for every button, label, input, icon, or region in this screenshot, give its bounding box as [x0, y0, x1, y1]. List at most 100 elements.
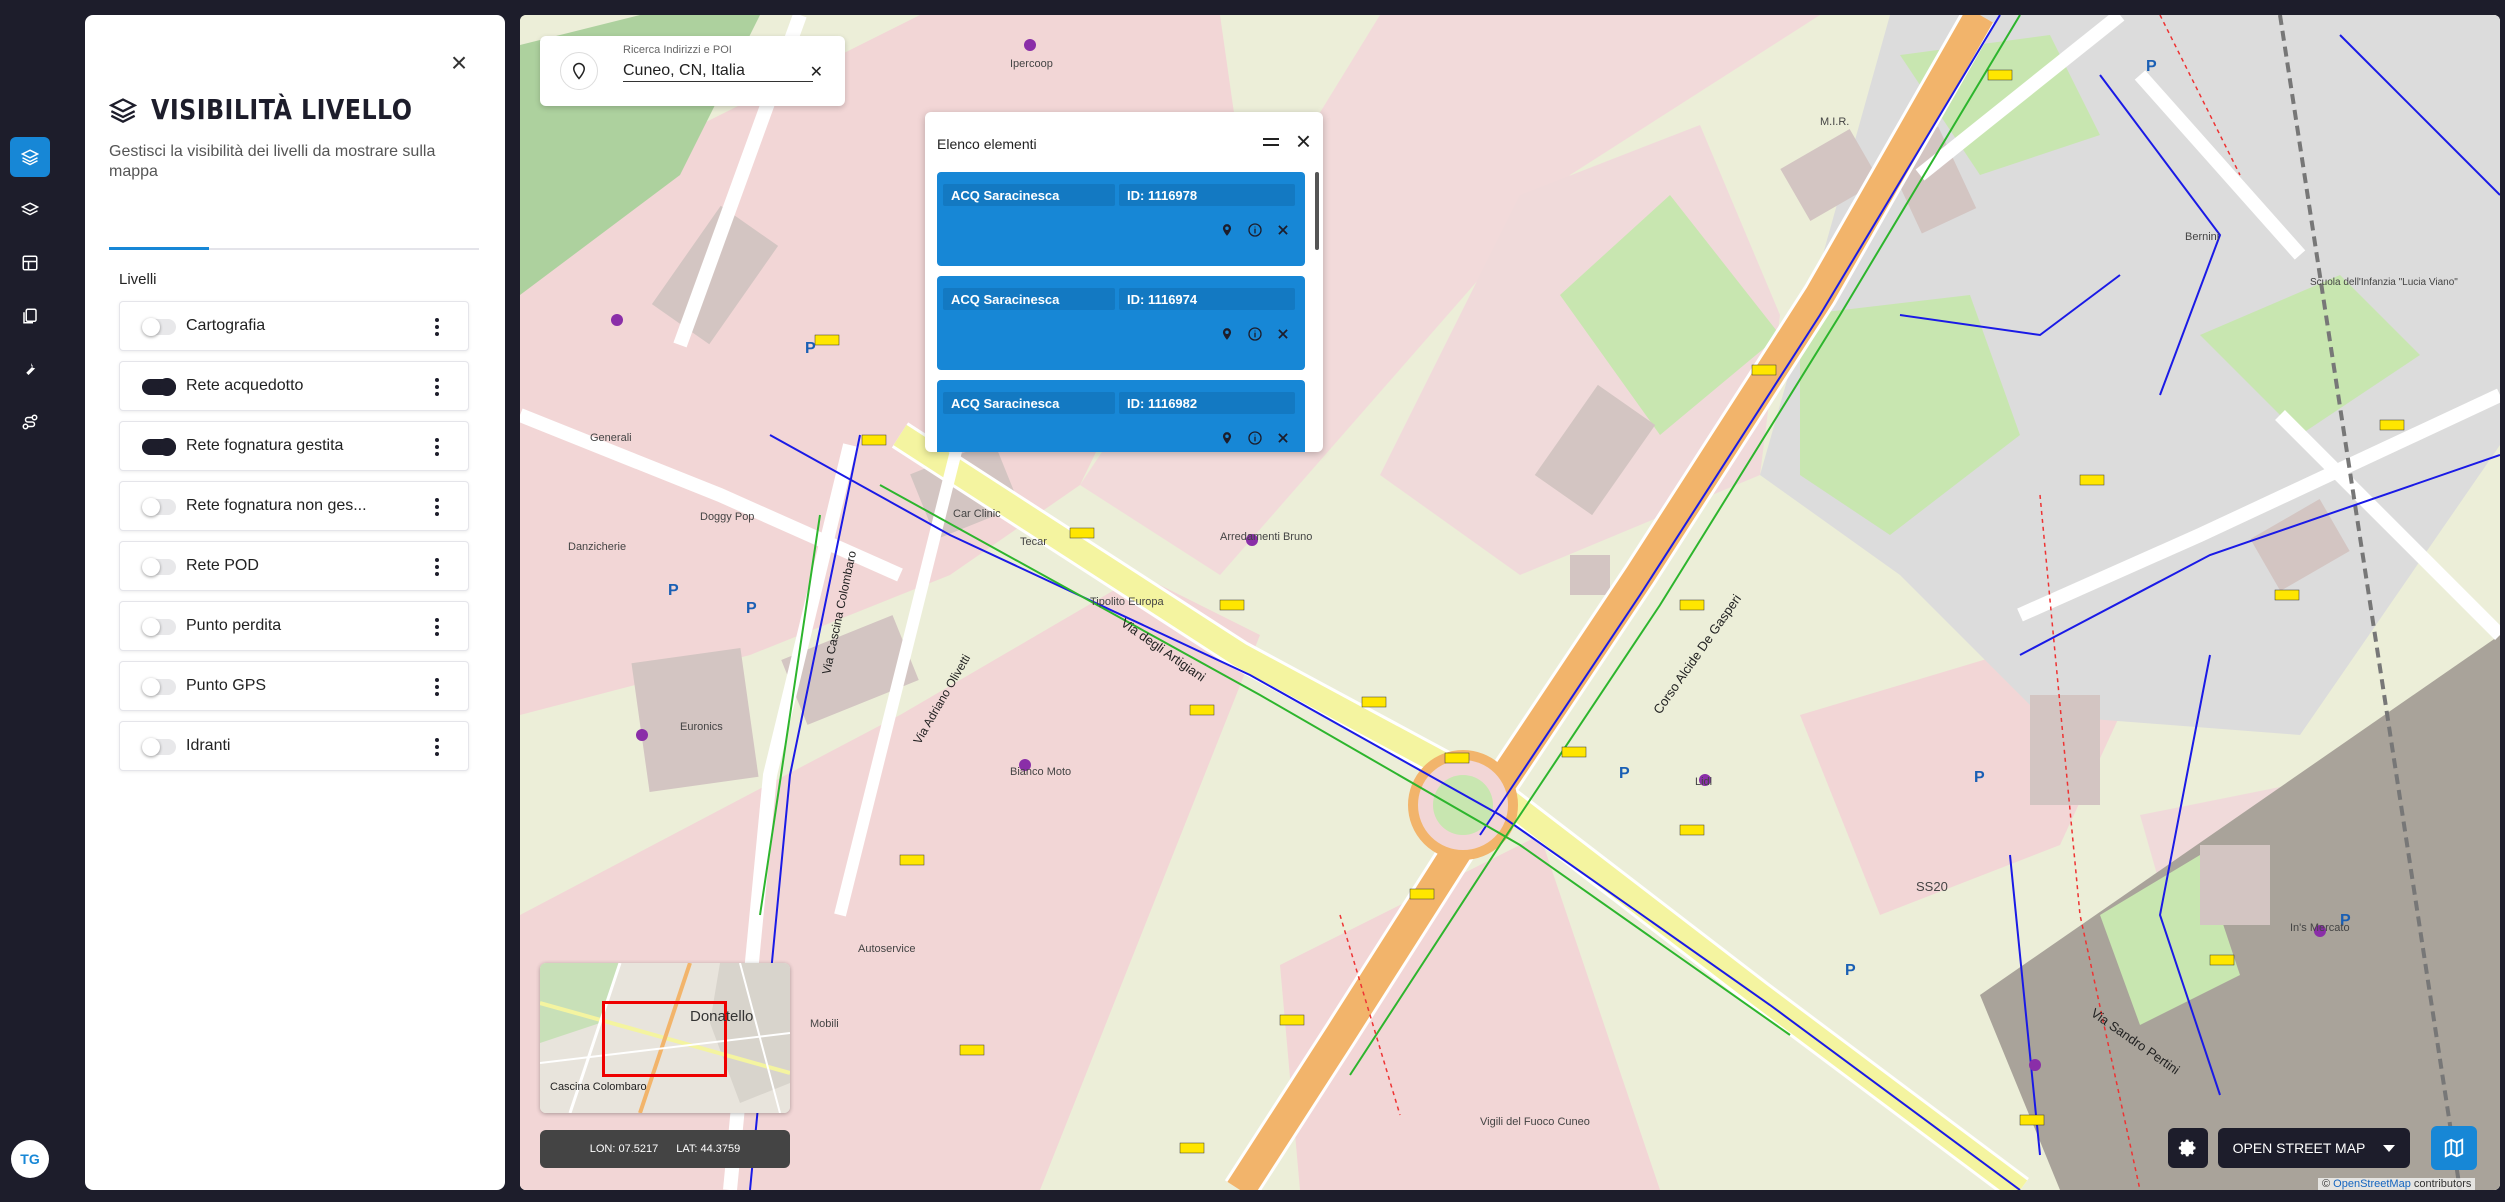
minimize-icon[interactable]	[1263, 138, 1279, 146]
search-caption: Ricerca Indirizzi e POI	[623, 44, 732, 56]
layer-label: Punto GPS	[186, 677, 267, 694]
layer-toggle[interactable]	[142, 498, 176, 516]
close-panel-button[interactable]: ×	[443, 47, 475, 79]
more-vertical-icon[interactable]	[430, 674, 444, 700]
more-vertical-icon[interactable]	[430, 314, 444, 340]
layer-toggle[interactable]	[142, 378, 176, 396]
close-popup-button[interactable]: ×	[1296, 126, 1311, 156]
map-label: Danzicherie	[568, 541, 626, 553]
more-vertical-icon[interactable]	[430, 494, 444, 520]
panel-header: VISIBILITÀ LIVELLO	[109, 93, 459, 126]
more-vertical-icon[interactable]	[430, 374, 444, 400]
layer-toggle[interactable]	[142, 618, 176, 636]
locate-pin-icon[interactable]	[1219, 326, 1235, 342]
svg-text:P: P	[1619, 765, 1630, 782]
element-card: ACQ Saracinesca ID: 1116978	[937, 172, 1305, 266]
gear-icon	[2178, 1139, 2196, 1157]
minimap-area-label: Cascina Colombaro	[550, 1081, 647, 1093]
layer-label: Idranti	[186, 737, 231, 754]
svg-text:P: P	[1845, 962, 1856, 979]
layer-toggle[interactable]	[142, 438, 176, 456]
location-pin-icon[interactable]	[560, 52, 598, 90]
layers-icon	[109, 97, 137, 123]
info-icon[interactable]	[1247, 222, 1263, 238]
map-canvas[interactable]: PP PP PP PP Euronics Lidl In's Mercato A…	[520, 15, 2500, 1190]
locate-pin-icon[interactable]	[1219, 430, 1235, 446]
panel-tab-bar	[109, 247, 479, 250]
tools-nav-button[interactable]	[10, 349, 50, 389]
remove-icon[interactable]	[1275, 326, 1291, 342]
element-type: ACQ Saracinesca	[943, 288, 1115, 310]
layer-label: Rete fognatura non ges...	[186, 497, 367, 514]
layer-label: Rete fognatura gestita	[186, 437, 344, 454]
info-icon[interactable]	[1247, 430, 1263, 446]
scrollbar[interactable]	[1315, 172, 1319, 250]
clear-search-icon[interactable]: ✕	[810, 62, 823, 82]
active-tab-indicator[interactable]	[109, 247, 209, 250]
element-card: ACQ Saracinesca ID: 1116982	[937, 380, 1305, 452]
layer-row-punto-gps: Punto GPS	[119, 661, 469, 711]
element-type: ACQ Saracinesca	[943, 392, 1115, 414]
panel-title: VISIBILITÀ LIVELLO	[151, 93, 413, 126]
map-icon	[2444, 1138, 2464, 1158]
user-avatar[interactable]: TG	[11, 1140, 49, 1178]
layer-toggle[interactable]	[142, 558, 176, 576]
stack-icon	[21, 202, 39, 216]
more-vertical-icon[interactable]	[430, 554, 444, 580]
more-vertical-icon[interactable]	[430, 734, 444, 760]
svg-text:P: P	[746, 600, 757, 617]
map-label: Bianco Moto	[1010, 766, 1071, 778]
close-icon: ×	[450, 47, 468, 78]
map-label: Scuola dell'Infanzia "Lucia Viano"	[2310, 277, 2458, 288]
locate-pin-icon[interactable]	[1219, 222, 1235, 238]
dashboard-nav-button[interactable]	[10, 243, 50, 283]
osm-link[interactable]: OpenStreetMap	[2333, 1178, 2411, 1190]
stack-nav-button[interactable]	[10, 190, 50, 230]
map-label: Tipolito Europa	[1090, 596, 1164, 608]
map-label: Autoservice	[858, 943, 915, 955]
layer-toggle[interactable]	[142, 318, 176, 336]
element-id: ID: 1116978	[1119, 184, 1295, 206]
coordinates-readout: LON: 07.5217 LAT: 44.3759	[540, 1130, 790, 1168]
map-tiles: PP PP PP PP Euronics Lidl In's Mercato A…	[520, 15, 2500, 1190]
documents-nav-button[interactable]	[10, 296, 50, 336]
remove-icon[interactable]	[1275, 430, 1291, 446]
nav-rail: TG	[0, 0, 60, 1202]
basemap-label: OPEN STREET MAP	[2232, 1140, 2366, 1156]
layer-row-rete-fognatura-non-gestita: Rete fognatura non ges...	[119, 481, 469, 531]
panel-subtitle: Gestisci la visibilità dei livelli da mo…	[109, 143, 436, 180]
map-label: Ipercoop	[1010, 58, 1053, 70]
svg-text:P: P	[1974, 769, 1985, 786]
address-search-box: Ricerca Indirizzi e POI ✕	[540, 36, 845, 106]
map-label: Lidl	[1695, 776, 1712, 788]
map-attribution: © OpenStreetMap contributors	[2318, 1178, 2476, 1190]
info-icon[interactable]	[1247, 326, 1263, 342]
element-type: ACQ Saracinesca	[943, 184, 1115, 206]
documents-icon	[23, 308, 37, 324]
map-label: Vigili del Fuoco Cuneo	[1480, 1116, 1590, 1128]
map-label: Generali	[590, 432, 632, 444]
section-label: Livelli	[119, 271, 157, 288]
map-label: Arredamenti Bruno	[1220, 531, 1312, 543]
layer-row-cartografia: Cartografia	[119, 301, 469, 351]
settings-button[interactable]	[2168, 1128, 2208, 1168]
search-input[interactable]	[623, 60, 813, 82]
map-label: Bernini	[2185, 231, 2219, 243]
remove-icon[interactable]	[1275, 222, 1291, 238]
overview-minimap[interactable]: Donatello Cascina Colombaro	[540, 963, 790, 1113]
layers-nav-button[interactable]	[10, 137, 50, 177]
layer-row-rete-pod: Rete POD	[119, 541, 469, 591]
layer-label: Cartografia	[186, 317, 266, 334]
basemap-selector[interactable]: OPEN STREET MAP	[2218, 1128, 2410, 1168]
route-nav-button[interactable]	[10, 402, 50, 442]
layer-toggle[interactable]	[142, 738, 176, 756]
map-label: M.I.R.	[1820, 116, 1849, 128]
layer-toggle[interactable]	[142, 678, 176, 696]
more-vertical-icon[interactable]	[430, 434, 444, 460]
layer-row-rete-acquedotto: Rete acquedotto	[119, 361, 469, 411]
layer-label: Rete POD	[186, 557, 259, 574]
more-vertical-icon[interactable]	[430, 614, 444, 640]
element-id: ID: 1116982	[1119, 392, 1295, 414]
caret-down-icon	[2383, 1144, 2396, 1152]
map-view-button[interactable]	[2431, 1126, 2477, 1170]
